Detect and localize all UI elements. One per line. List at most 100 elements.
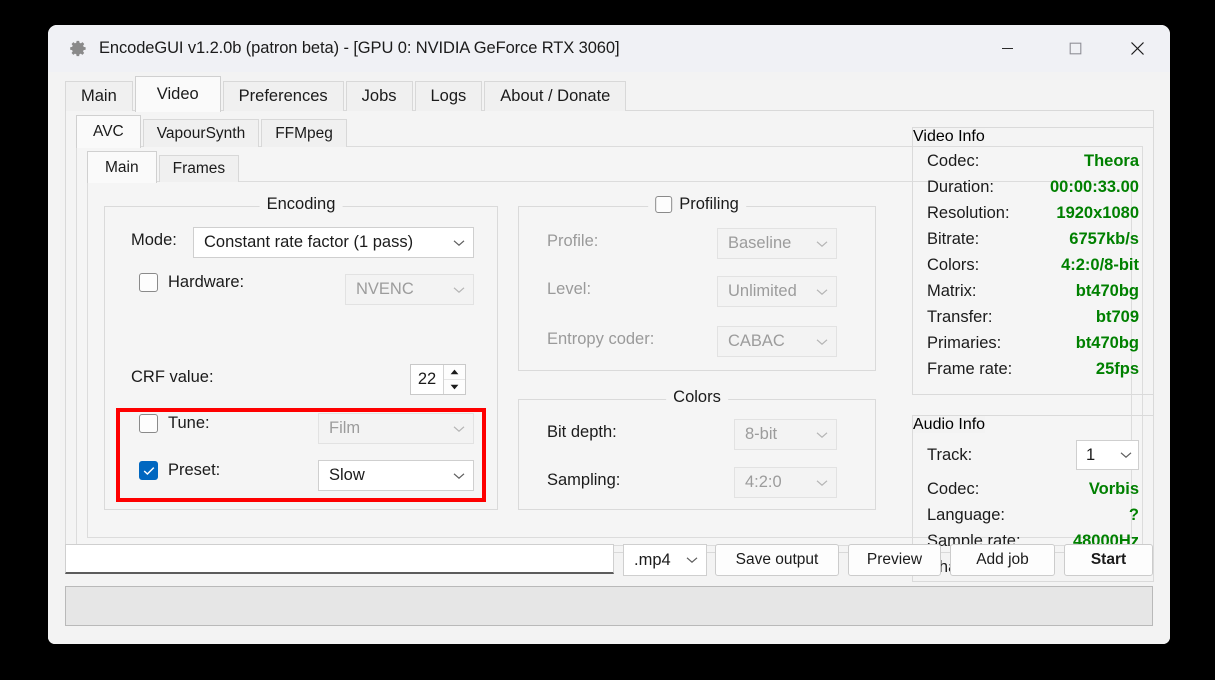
- hardware-checkbox[interactable]: [139, 273, 158, 292]
- chevron-down-icon: [816, 479, 828, 486]
- application-window: EncodeGUI v1.2.0b (patron beta) - [GPU 0…: [48, 25, 1170, 644]
- tab-label: FFMpeg: [275, 124, 333, 142]
- video-info-value: bt470bg: [1075, 281, 1139, 300]
- profile-select-value: Baseline: [728, 234, 792, 252]
- hardware-label: Hardware:: [168, 273, 245, 291]
- chevron-down-icon: [816, 338, 828, 345]
- crf-increment-button[interactable]: [444, 365, 465, 379]
- colors-group: Colors Bit depth: 8-bit Sampling: 4:2:0: [518, 388, 876, 510]
- caret-down-icon: [450, 384, 459, 390]
- caret-up-icon: [450, 369, 459, 375]
- entropy-coder-label: Entropy coder:: [547, 330, 655, 348]
- tab-preferences[interactable]: Preferences: [222, 81, 344, 111]
- tune-row: Tune:: [139, 414, 210, 433]
- entropy-coder-row: Entropy coder:: [547, 330, 654, 349]
- tab-main[interactable]: Main: [65, 81, 133, 111]
- bottom-toolbar: .mp4 Save output Preview Add job Start: [48, 536, 1170, 644]
- tab-vapoursynth[interactable]: VapourSynth: [142, 119, 260, 147]
- output-path-input[interactable]: [65, 544, 614, 574]
- video-info-row: Transfer: bt709: [927, 306, 1139, 328]
- tab-ffmpeg[interactable]: FFMpeg: [261, 119, 347, 147]
- chevron-down-icon: [1120, 452, 1132, 458]
- window-body: Main Video Preferences Jobs Logs About /…: [48, 72, 1170, 644]
- primary-tab-bar: Main Video Preferences Jobs Logs About /…: [65, 76, 1170, 112]
- tab-label: Video: [156, 85, 199, 103]
- save-output-label: Save output: [735, 551, 819, 568]
- tab-label: Main: [81, 87, 117, 105]
- audio-info-row: Language: ?: [927, 504, 1139, 526]
- level-select[interactable]: Unlimited: [717, 276, 837, 307]
- video-info-key: Transfer:: [927, 307, 993, 326]
- profiling-checkbox[interactable]: [655, 196, 673, 213]
- audio-track-select[interactable]: 1: [1076, 440, 1139, 470]
- entropy-coder-select-value: CABAC: [728, 332, 785, 350]
- preview-button[interactable]: Preview: [848, 544, 941, 576]
- gear-icon: [70, 40, 86, 57]
- profiling-group-label: Profiling: [648, 195, 746, 214]
- bit-depth-select[interactable]: 8-bit: [734, 419, 837, 450]
- chevron-down-icon: [816, 431, 828, 438]
- audio-info-key: Language:: [927, 505, 1005, 524]
- start-button[interactable]: Start: [1064, 544, 1153, 576]
- tab-avc[interactable]: AVC: [76, 115, 141, 148]
- audio-track-label: Track:: [927, 445, 973, 464]
- video-info-row: Bitrate: 6757kb/s: [927, 228, 1139, 250]
- tune-checkbox[interactable]: [139, 414, 158, 433]
- hardware-select[interactable]: NVENC: [345, 274, 474, 305]
- bit-depth-label: Bit depth:: [547, 423, 617, 441]
- crf-stepper[interactable]: 22: [410, 364, 466, 395]
- preset-label: Preset:: [168, 461, 221, 479]
- profiling-group: Profiling Profile: Baseline Level: Unlim…: [518, 195, 876, 371]
- mode-row: Mode:: [131, 231, 177, 250]
- crf-decrement-button[interactable]: [444, 379, 465, 394]
- tab-about-donate[interactable]: About / Donate: [484, 81, 627, 111]
- mode-select[interactable]: Constant rate factor (1 pass): [193, 227, 474, 258]
- video-info-row: Matrix: bt470bg: [927, 280, 1139, 302]
- level-select-value: Unlimited: [728, 282, 797, 300]
- mode-select-value: Constant rate factor (1 pass): [204, 233, 414, 251]
- tab-label: Preferences: [238, 87, 328, 105]
- profile-row: Profile:: [547, 232, 598, 251]
- chevron-down-icon: [453, 286, 465, 293]
- maximize-button[interactable]: [1052, 25, 1098, 72]
- tune-select-value: Film: [329, 419, 361, 437]
- level-row: Level:: [547, 280, 591, 299]
- entropy-coder-select[interactable]: CABAC: [717, 326, 837, 357]
- tab-logs[interactable]: Logs: [414, 81, 483, 111]
- profile-select[interactable]: Baseline: [717, 228, 837, 259]
- add-job-button[interactable]: Add job: [950, 544, 1055, 576]
- progress-bar: [65, 586, 1153, 626]
- video-info-key: Primaries:: [927, 333, 1002, 352]
- tune-select[interactable]: Film: [318, 413, 474, 444]
- preset-select[interactable]: Slow: [318, 460, 474, 491]
- video-info-row: Colors: 4:2:0/8-bit: [927, 254, 1139, 276]
- tab-label: Logs: [430, 87, 467, 105]
- preset-checkbox[interactable]: [139, 461, 158, 480]
- sampling-select[interactable]: 4:2:0: [734, 467, 837, 498]
- minimize-button[interactable]: [984, 25, 1030, 72]
- mode-label: Mode:: [131, 231, 177, 249]
- video-info-value: 4:2:0/8-bit: [1061, 255, 1139, 274]
- video-info-key: Frame rate:: [927, 359, 1013, 378]
- tab-label: Main: [105, 158, 139, 176]
- hardware-select-value: NVENC: [356, 280, 414, 298]
- save-output-button[interactable]: Save output: [715, 544, 839, 576]
- tab-avc-main[interactable]: Main: [87, 151, 157, 183]
- close-button[interactable]: [1114, 25, 1160, 72]
- tab-label: Jobs: [361, 87, 397, 105]
- tab-video[interactable]: Video: [134, 76, 221, 112]
- profile-label: Profile:: [547, 232, 599, 250]
- crf-stepper-buttons: [443, 365, 465, 394]
- tab-jobs[interactable]: Jobs: [345, 81, 413, 111]
- level-label: Level:: [547, 280, 592, 298]
- audio-info-label: Audio Info: [913, 416, 986, 433]
- output-format-select[interactable]: .mp4: [623, 544, 707, 576]
- audio-info-value: ?: [1128, 505, 1139, 524]
- tab-label: VapourSynth: [156, 124, 246, 142]
- video-info-value: 1920x1080: [1056, 203, 1139, 222]
- tab-avc-frames[interactable]: Frames: [158, 155, 240, 182]
- hardware-row: Hardware:: [139, 273, 244, 292]
- audio-track-row: Track: 1: [927, 440, 1139, 470]
- chevron-down-icon: [816, 240, 828, 247]
- start-label: Start: [1090, 551, 1127, 568]
